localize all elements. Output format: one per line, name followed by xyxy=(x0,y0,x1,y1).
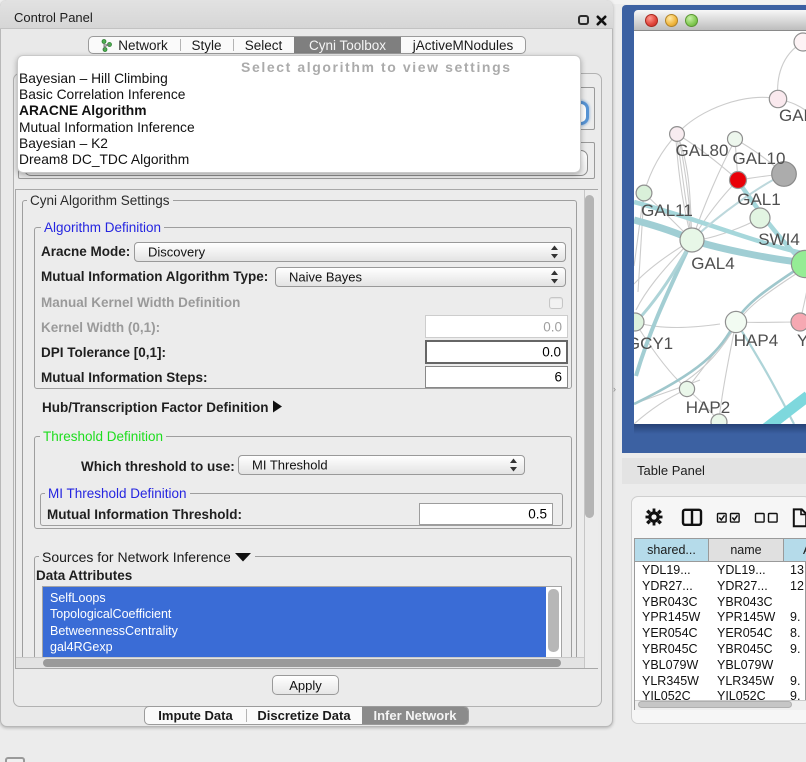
svg-text:GCY1: GCY1 xyxy=(634,334,673,353)
svg-text:GAL4: GAL4 xyxy=(691,254,734,273)
svg-text:HAP4: HAP4 xyxy=(734,331,778,350)
svg-text:GAL1: GAL1 xyxy=(737,190,780,209)
svg-text:Y: Y xyxy=(797,331,806,350)
svg-text:GAL10: GAL10 xyxy=(733,149,786,168)
svg-text:GAL80: GAL80 xyxy=(676,141,729,160)
svg-text:SWI4: SWI4 xyxy=(758,230,800,249)
svg-text:GAL: GAL xyxy=(779,106,806,125)
svg-text:HAP2: HAP2 xyxy=(686,398,730,417)
svg-text:GAL11: GAL11 xyxy=(641,201,693,220)
